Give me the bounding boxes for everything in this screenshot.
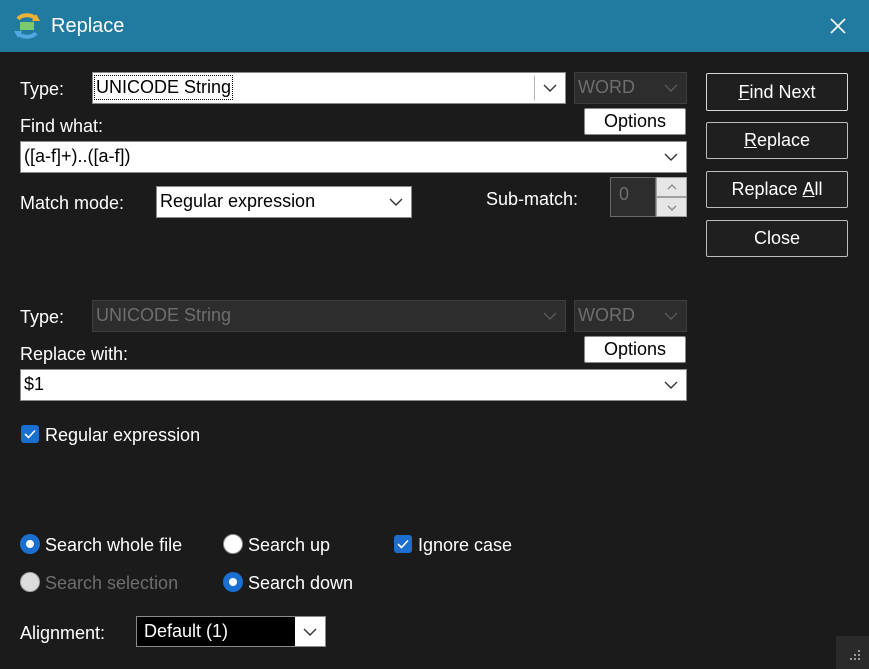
chevron-down-icon bbox=[535, 301, 565, 331]
replace-label-key: R bbox=[743, 130, 757, 150]
replace-word-select: WORD bbox=[574, 300, 687, 332]
replace-button[interactable]: Replace bbox=[706, 122, 848, 159]
find-type-select[interactable]: UNICODE String bbox=[92, 72, 566, 104]
regex-checkbox-label[interactable]: Regular expression bbox=[45, 425, 200, 446]
chevron-down-icon bbox=[381, 187, 411, 217]
replace-type-label: Type: bbox=[20, 307, 65, 327]
chevron-down-icon[interactable] bbox=[656, 370, 686, 400]
chevron-up-icon bbox=[667, 184, 677, 190]
chevron-down-icon bbox=[535, 73, 565, 103]
find-word-select: WORD bbox=[574, 72, 687, 104]
find-word-value: WORD bbox=[578, 77, 635, 97]
find-options-button[interactable]: Options bbox=[584, 108, 686, 135]
match-mode-value: Regular expression bbox=[160, 191, 316, 211]
sub-match-label: Sub-match: bbox=[486, 189, 579, 209]
find-type-label: Type: bbox=[20, 79, 65, 99]
spin-up-button bbox=[656, 177, 687, 197]
ignore-case-label[interactable]: Ignore case bbox=[418, 535, 512, 556]
search-whole-file-radio[interactable] bbox=[20, 534, 40, 554]
search-up-radio[interactable] bbox=[223, 534, 243, 554]
replace-all-label-post: ll bbox=[814, 179, 823, 199]
chevron-down-icon bbox=[656, 301, 686, 331]
find-type-value: UNICODE String bbox=[93, 75, 234, 100]
replace-all-label-key: A bbox=[802, 179, 815, 199]
close-icon[interactable] bbox=[826, 14, 850, 38]
replace-type-value: UNICODE String bbox=[96, 305, 232, 325]
title-bar: Replace bbox=[0, 0, 869, 52]
search-down-label[interactable]: Search down bbox=[248, 573, 353, 594]
checkmark-icon bbox=[397, 539, 409, 549]
alignment-value: Default (1) bbox=[144, 621, 229, 641]
alignment-label: Alignment: bbox=[20, 623, 106, 643]
search-down-radio[interactable] bbox=[223, 572, 243, 592]
search-up-label[interactable]: Search up bbox=[248, 535, 330, 556]
spin-down-button bbox=[656, 197, 687, 217]
replace-all-button[interactable]: Replace All bbox=[706, 171, 848, 208]
replace-with-input[interactable]: $1 bbox=[20, 369, 687, 401]
find-what-input[interactable]: ([a-f]+)..([a-f]) bbox=[20, 141, 687, 173]
search-whole-file-label[interactable]: Search whole file bbox=[45, 535, 182, 556]
search-selection-label: Search selection bbox=[45, 573, 179, 593]
resize-grip[interactable] bbox=[836, 636, 869, 669]
close-button[interactable]: Close bbox=[706, 220, 848, 257]
regex-checkbox[interactable] bbox=[21, 425, 39, 443]
alignment-select[interactable]: Default (1) bbox=[136, 616, 326, 647]
ignore-case-checkbox[interactable] bbox=[394, 535, 412, 553]
replace-type-select: UNICODE String bbox=[92, 300, 566, 332]
chevron-down-icon[interactable] bbox=[656, 142, 686, 172]
replace-word-value: WORD bbox=[578, 305, 635, 325]
window-title: Replace bbox=[51, 15, 125, 37]
search-selection-radio bbox=[20, 572, 40, 592]
match-mode-select[interactable]: Regular expression bbox=[156, 186, 412, 218]
replace-with-label: Replace with: bbox=[20, 344, 129, 364]
sub-match-field: 0 bbox=[610, 177, 656, 217]
find-what-value: ([a-f]+)..([a-f]) bbox=[24, 146, 131, 166]
chevron-down-icon bbox=[295, 617, 325, 646]
sub-match-value: 0 bbox=[619, 184, 630, 204]
find-next-button[interactable]: Find Next bbox=[706, 73, 848, 111]
find-next-label-post: nd Next bbox=[753, 82, 816, 102]
chevron-down-icon bbox=[656, 73, 686, 103]
chevron-down-icon bbox=[667, 205, 677, 211]
replace-all-label-pre: Replace bbox=[731, 179, 803, 199]
sub-match-stepper: 0 bbox=[610, 177, 687, 217]
replace-with-value: $1 bbox=[24, 374, 45, 394]
find-next-label-pre: F bbox=[738, 82, 750, 102]
checkmark-icon bbox=[24, 429, 36, 439]
replace-options-button[interactable]: Options bbox=[584, 336, 686, 363]
resize-grip-icon bbox=[850, 650, 860, 660]
match-mode-label: Match mode: bbox=[20, 193, 125, 213]
replace-label-post: eplace bbox=[756, 130, 811, 150]
replace-app-icon bbox=[14, 13, 40, 39]
find-what-label: Find what: bbox=[20, 116, 104, 136]
